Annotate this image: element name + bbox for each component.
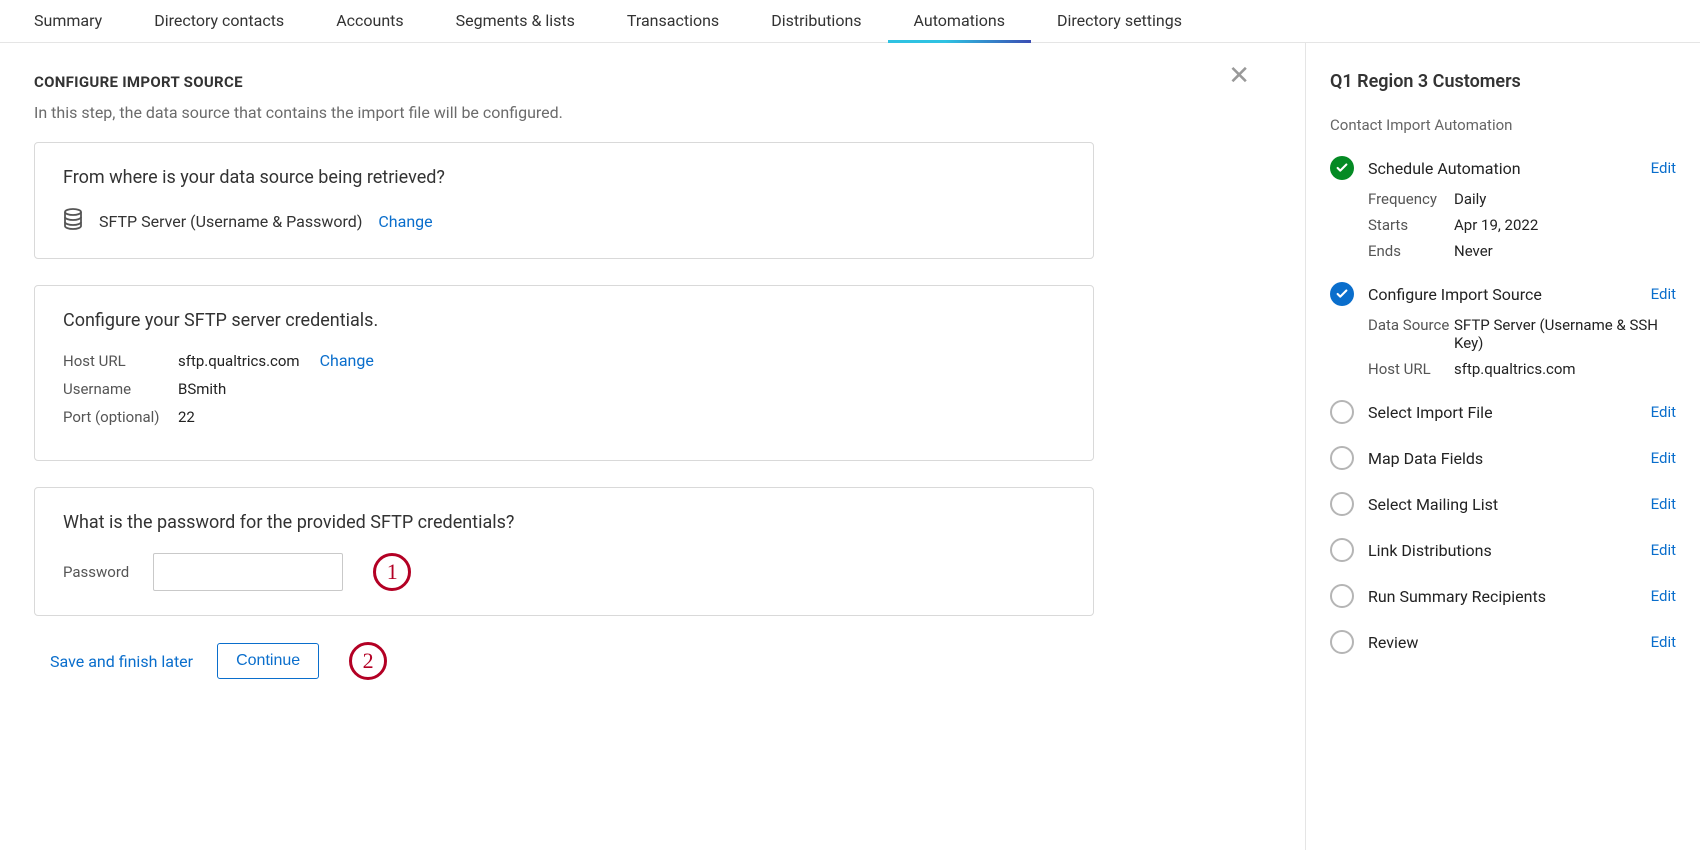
- check-icon: [1330, 282, 1354, 306]
- detail-value: sftp.qualtrics.com: [1454, 360, 1676, 378]
- nav-directory-settings[interactable]: Directory settings: [1031, 11, 1208, 42]
- edit-link[interactable]: Edit: [1651, 159, 1676, 177]
- nav-distributions[interactable]: Distributions: [745, 11, 887, 42]
- detail-key: Ends: [1368, 242, 1454, 260]
- data-source-value: SFTP Server (Username & Password): [99, 212, 362, 231]
- port-value: 22: [178, 408, 195, 426]
- step-configure-import-source: Configure Import Source Edit Data Source…: [1330, 282, 1676, 378]
- nav-transactions[interactable]: Transactions: [601, 11, 745, 42]
- step-title: Review: [1368, 633, 1637, 652]
- step-title: Configure Import Source: [1368, 285, 1637, 304]
- sidebar-title: Q1 Region 3 Customers: [1330, 71, 1676, 92]
- annotation-2: 2: [349, 642, 387, 680]
- detail-key: Starts: [1368, 216, 1454, 234]
- page-title: CONFIGURE IMPORT SOURCE: [34, 73, 1271, 91]
- detail-value: Daily: [1454, 190, 1676, 208]
- edit-link[interactable]: Edit: [1651, 541, 1676, 559]
- step-title: Link Distributions: [1368, 541, 1637, 560]
- database-icon: [63, 208, 83, 234]
- edit-link[interactable]: Edit: [1651, 403, 1676, 421]
- annotation-1: 1: [373, 553, 411, 591]
- change-source-link[interactable]: Change: [378, 212, 432, 231]
- detail-key: Frequency: [1368, 190, 1454, 208]
- circle-icon: [1330, 492, 1354, 516]
- port-label: Port (optional): [63, 408, 178, 426]
- step-select-mailing-list: Select Mailing List Edit: [1330, 492, 1676, 516]
- detail-value: Never: [1454, 242, 1676, 260]
- detail-value: SFTP Server (Username & SSH Key): [1454, 316, 1676, 352]
- step-run-summary-recipients: Run Summary Recipients Edit: [1330, 584, 1676, 608]
- step-title: Map Data Fields: [1368, 449, 1637, 468]
- edit-link[interactable]: Edit: [1651, 587, 1676, 605]
- main-panel: ✕ CONFIGURE IMPORT SOURCE In this step, …: [0, 43, 1305, 850]
- card-password: What is the password for the provided SF…: [34, 487, 1094, 616]
- password-label: Password: [63, 563, 129, 581]
- sidebar-subtitle: Contact Import Automation: [1330, 116, 1676, 134]
- save-finish-later-link[interactable]: Save and finish later: [50, 652, 193, 671]
- card-data-source-title: From where is your data source being ret…: [63, 167, 1065, 188]
- host-url-value: sftp.qualtrics.com: [178, 352, 300, 370]
- step-title: Select Import File: [1368, 403, 1637, 422]
- row-port: Port (optional) 22: [63, 408, 1065, 426]
- edit-link[interactable]: Edit: [1651, 633, 1676, 651]
- detail-key: Data Source: [1368, 316, 1454, 352]
- nav-automations[interactable]: Automations: [888, 11, 1031, 42]
- step-review: Review Edit: [1330, 630, 1676, 654]
- circle-icon: [1330, 446, 1354, 470]
- close-icon[interactable]: ✕: [1228, 63, 1250, 89]
- card-password-title: What is the password for the provided SF…: [63, 512, 1065, 533]
- nav-accounts[interactable]: Accounts: [310, 11, 429, 42]
- step-schedule-automation: Schedule Automation Edit FrequencyDaily …: [1330, 156, 1676, 260]
- step-link-distributions: Link Distributions Edit: [1330, 538, 1676, 562]
- username-value: BSmith: [178, 380, 226, 398]
- host-url-label: Host URL: [63, 352, 178, 370]
- nav-segments-lists[interactable]: Segments & lists: [430, 11, 601, 42]
- nav-summary[interactable]: Summary: [34, 11, 128, 42]
- continue-button[interactable]: Continue: [217, 643, 319, 679]
- step-title: Schedule Automation: [1368, 159, 1637, 178]
- step-title: Select Mailing List: [1368, 495, 1637, 514]
- step-title: Run Summary Recipients: [1368, 587, 1637, 606]
- nav-directory-contacts[interactable]: Directory contacts: [128, 11, 310, 42]
- circle-icon: [1330, 584, 1354, 608]
- username-label: Username: [63, 380, 178, 398]
- card-data-source: From where is your data source being ret…: [34, 142, 1094, 259]
- sidebar: Q1 Region 3 Customers Contact Import Aut…: [1305, 43, 1700, 850]
- step-map-data-fields: Map Data Fields Edit: [1330, 446, 1676, 470]
- edit-link[interactable]: Edit: [1651, 449, 1676, 467]
- circle-icon: [1330, 630, 1354, 654]
- edit-link[interactable]: Edit: [1651, 495, 1676, 513]
- card-sftp-credentials: Configure your SFTP server credentials. …: [34, 285, 1094, 461]
- change-host-link[interactable]: Change: [320, 351, 374, 370]
- step-select-import-file: Select Import File Edit: [1330, 400, 1676, 424]
- row-username: Username BSmith: [63, 380, 1065, 398]
- card-sftp-title: Configure your SFTP server credentials.: [63, 310, 1065, 331]
- detail-key: Host URL: [1368, 360, 1454, 378]
- detail-value: Apr 19, 2022: [1454, 216, 1676, 234]
- password-input[interactable]: [153, 553, 343, 591]
- edit-link[interactable]: Edit: [1651, 285, 1676, 303]
- page-description: In this step, the data source that conta…: [34, 103, 1271, 122]
- top-nav: Summary Directory contacts Accounts Segm…: [0, 0, 1700, 43]
- check-icon: [1330, 156, 1354, 180]
- circle-icon: [1330, 538, 1354, 562]
- circle-icon: [1330, 400, 1354, 424]
- row-host-url: Host URL sftp.qualtrics.com Change: [63, 351, 1065, 370]
